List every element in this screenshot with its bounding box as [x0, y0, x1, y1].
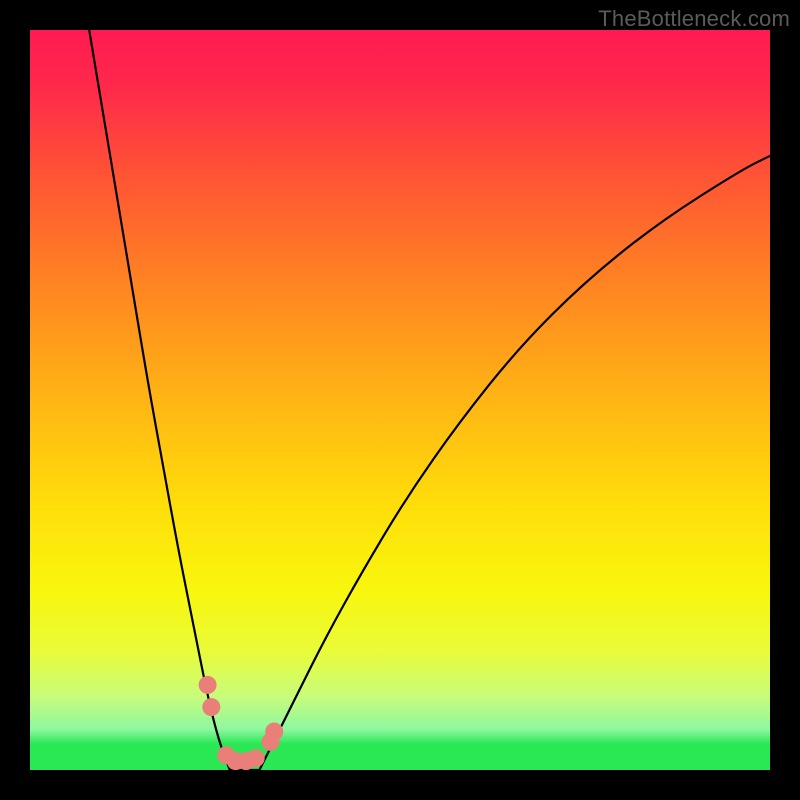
gradient-background [30, 30, 770, 770]
plot-area [30, 30, 770, 770]
curve-marker [199, 676, 217, 694]
watermark-text: TheBottleneck.com [598, 6, 790, 32]
green-band [30, 744, 770, 770]
curve-marker [265, 723, 283, 741]
curve-marker [247, 749, 265, 767]
chart-stage: TheBottleneck.com [0, 0, 800, 800]
chart-svg [30, 30, 770, 770]
curve-marker [202, 698, 220, 716]
